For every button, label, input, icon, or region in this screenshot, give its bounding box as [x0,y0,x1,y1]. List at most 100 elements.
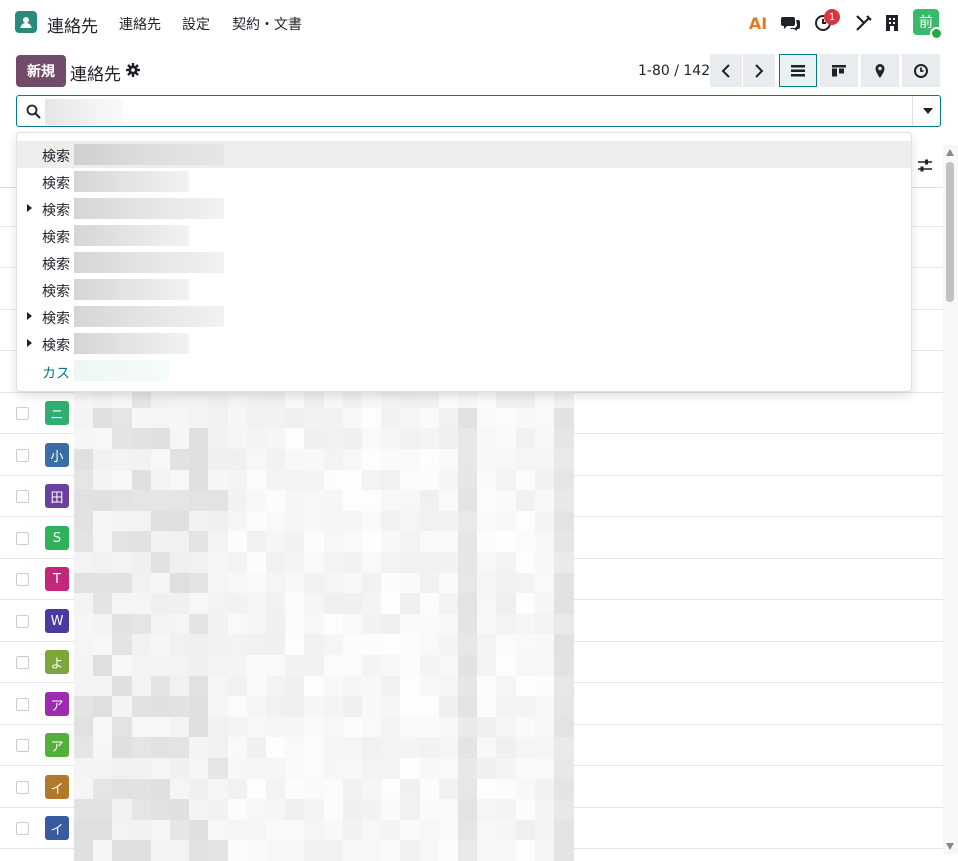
redaction-pixel [246,572,267,594]
menu-item-settings[interactable]: 設定 [182,14,210,34]
redaction-pixel [342,552,363,574]
search-suggestion-item[interactable]: 検索 [17,222,911,249]
redaction-pixel [246,407,267,429]
search-suggestion-item[interactable]: 検索 [17,276,911,303]
redaction-pixel [227,758,248,780]
redaction-pixel [285,819,305,841]
scroll-down-arrow-icon[interactable] [946,843,954,850]
new-button[interactable]: 新規 [16,55,66,87]
menu-item-contacts[interactable]: 連絡先 [119,14,161,34]
search-bar[interactable] [16,95,941,127]
redaction-pixel [246,613,267,635]
redaction-pixel [323,531,344,553]
search-suggestion-item[interactable]: 検索 [17,249,911,276]
redaction-pixel [170,737,190,759]
map-view-button[interactable] [861,54,899,87]
redaction-pixel [246,840,267,861]
redaction-pixel [150,407,171,429]
row-checkbox[interactable] [16,822,29,835]
scroll-up-arrow-icon[interactable] [946,149,954,156]
redaction-pixel [496,840,517,861]
caret-right-icon[interactable] [27,204,32,212]
redaction-pixel [246,778,267,800]
pager-value[interactable]: 1-80 / 142 [638,63,710,79]
redaction-pixel [477,634,497,656]
caret-right-icon[interactable] [27,312,32,320]
search-suggestion-label: 検索 [42,203,70,219]
redaction-pixel [458,449,478,471]
redaction-pixel [189,510,209,532]
redaction-pixel [266,593,286,615]
row-checkbox[interactable] [16,656,29,669]
redaction-pixel [438,593,459,615]
redaction-pixel [419,758,440,780]
custom-filter-label: カス [42,366,70,382]
redaction-pixel [534,428,555,450]
redaction-pixel [534,531,555,553]
redaction-pixel [170,819,190,841]
redaction-pixel [93,490,113,512]
gear-icon[interactable] [126,63,140,77]
pager-next-button[interactable] [743,54,775,87]
search-options-toggle[interactable] [912,96,943,126]
row-checkbox[interactable] [16,490,29,503]
redaction-pixel [323,449,344,471]
redaction-pixel [400,428,421,450]
contact-avatar: S [45,526,69,550]
redaction-pixel [93,819,113,841]
redaction-pixel [477,655,497,677]
list-view-button[interactable] [779,54,817,87]
redaction-pixel [227,572,248,594]
contacts-app-icon[interactable] [15,11,37,33]
tools-icon[interactable] [853,12,875,34]
row-checkbox[interactable] [16,573,29,586]
redaction-pixel [381,428,401,450]
redaction-pixel [208,840,229,861]
redaction-pixel [496,572,517,594]
redaction-pixel [496,469,517,491]
custom-filter-link[interactable]: カス [17,357,911,384]
search-input[interactable] [47,99,911,125]
scrollbar-thumb[interactable] [946,162,954,302]
redaction-pixel [477,613,497,635]
search-suggestion-item[interactable]: 検索 [17,141,911,168]
redaction-pixel [93,655,113,677]
contact-avatar: ニ [45,401,69,425]
row-checkbox[interactable] [16,698,29,711]
redaction-pixel [74,613,94,635]
search-suggestion-item[interactable]: 検索 [17,303,911,330]
row-checkbox[interactable] [16,532,29,545]
row-checkbox[interactable] [16,739,29,752]
app-name[interactable]: 連絡先 [47,12,98,37]
menu-item-contracts[interactable]: 契約・文書 [232,14,302,34]
kanban-view-button[interactable] [820,54,858,87]
company-building-icon[interactable] [881,12,903,34]
row-checkbox[interactable] [16,615,29,628]
redaction-pixel [112,634,133,656]
caret-right-icon[interactable] [27,339,32,347]
activity-view-button[interactable] [902,54,940,87]
kanban-icon [832,64,846,76]
redaction-pixel [515,696,536,718]
redaction-pixel [227,840,248,861]
search-suggestion-item[interactable]: 検索 [17,168,911,195]
row-checkbox[interactable] [16,449,29,462]
redaction-pixel [74,531,94,553]
chat-icon[interactable] [780,12,802,34]
redaction-pixel [246,449,267,471]
optional-columns-sliders-icon[interactable] [917,158,933,174]
redaction-pixel [438,510,459,532]
redaction-pixel [342,407,363,429]
redaction-pixel [150,469,171,491]
ai-icon[interactable]: AI [747,12,769,34]
row-checkbox[interactable] [16,781,29,794]
redaction-pixel [362,552,382,574]
search-suggestion-item[interactable]: 検索 [17,330,911,357]
row-checkbox[interactable] [16,407,29,420]
redaction-pixel [496,613,517,635]
redaction-pixel [515,449,536,471]
search-suggestion-item[interactable]: 検索 [17,195,911,222]
redaction-pixel [458,531,478,553]
redaction-pixel [131,716,152,738]
pager-previous-button[interactable] [710,54,742,87]
